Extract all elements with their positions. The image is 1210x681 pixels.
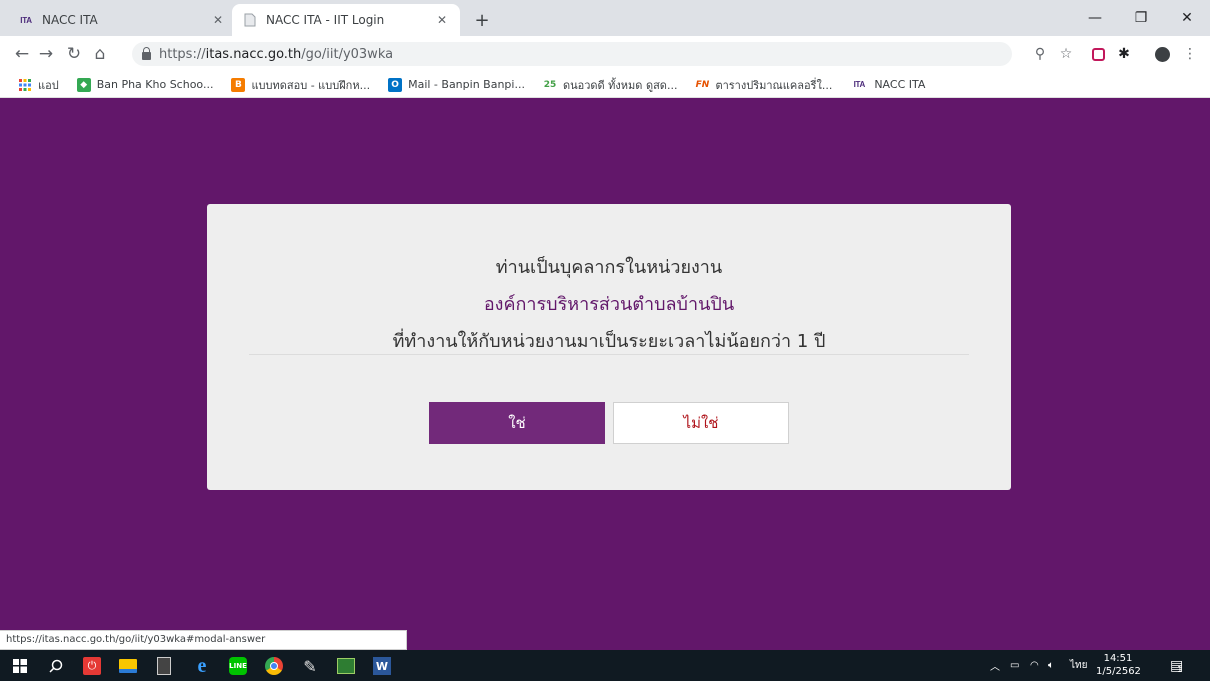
notification-icon[interactable]: ▤ 1 bbox=[1170, 650, 1188, 681]
puzzle-extension-icon[interactable]: ✱ bbox=[1112, 42, 1136, 66]
extension-icon[interactable] bbox=[1086, 42, 1110, 66]
lock-icon bbox=[142, 47, 151, 60]
question-line-3: ที่ทำงานให้กับหน่วยงานมาเป็นระยะเวลาไม่น… bbox=[392, 331, 826, 352]
bookmark-label: Ban Pha Kho Schoo... bbox=[96, 78, 214, 91]
no-button[interactable]: ไม่ใช่ bbox=[613, 402, 789, 444]
windows-taskbar: ⏻ e LINE ✎ W ︿ ▭ ◠ 🔈︎ ไทย 14:51 1/5/2562… bbox=[0, 650, 1210, 681]
tab-iit-login[interactable]: NACC ITA - IIT Login ✕ bbox=[232, 4, 460, 36]
page-icon bbox=[242, 12, 258, 28]
blogger-icon: B bbox=[231, 77, 246, 92]
volume-icon[interactable]: 🔈︎ bbox=[1048, 650, 1054, 681]
outlook-icon: O bbox=[388, 77, 403, 92]
page-background: ท่านเป็นบุคลากรในหน่วยงาน องค์การบริหารส… bbox=[0, 98, 1210, 650]
photos-app-icon[interactable] bbox=[334, 654, 358, 678]
close-icon[interactable]: ✕ bbox=[434, 13, 450, 27]
bookmark-label: ดนอวดดี ทั้งหมด ดูสด... bbox=[562, 78, 678, 92]
url-path: /go/iit/y03wka bbox=[301, 46, 394, 62]
show-hidden-icons[interactable]: ︿ bbox=[990, 650, 1000, 681]
url-host: itas.nacc.go.th bbox=[205, 46, 302, 62]
bookmark-ban-pha-kho[interactable]: ◆ Ban Pha Kho Schoo... bbox=[76, 77, 214, 92]
word-icon[interactable]: W bbox=[370, 654, 394, 678]
fn-icon: FN bbox=[695, 77, 710, 92]
battery-icon[interactable]: ▭ bbox=[1010, 650, 1019, 681]
edge-browser-icon[interactable]: e bbox=[190, 654, 214, 678]
url-scheme: https:// bbox=[159, 46, 206, 62]
profile-icon[interactable] bbox=[1150, 42, 1174, 66]
search-icon[interactable] bbox=[44, 654, 68, 678]
line-app-icon[interactable]: LINE bbox=[226, 654, 250, 678]
browser-toolbar: ← → ↻ ⌂ https:// itas.nacc.go.th /go/iit… bbox=[0, 36, 1210, 72]
bookmark-test[interactable]: B แบบทดสอบ - แบบฝึกห... bbox=[231, 76, 370, 94]
clock-date: 1/5/2562 bbox=[1096, 666, 1141, 677]
maps-icon: ◆ bbox=[76, 77, 91, 92]
bookmark-star-icon[interactable]: ☆ bbox=[1054, 42, 1078, 66]
tab-nacc-ita[interactable]: ITA NACC ITA ✕ bbox=[8, 4, 236, 36]
bookmark-label: แบบทดสอบ - แบบฝึกห... bbox=[251, 78, 371, 92]
taskbar-clock[interactable]: 14:51 1/5/2562 bbox=[1096, 652, 1141, 678]
restore-button[interactable]: ❐ bbox=[1118, 0, 1164, 36]
clock-time: 14:51 bbox=[1103, 653, 1133, 664]
file-explorer-icon[interactable] bbox=[116, 654, 140, 678]
bookmark-label: แอป bbox=[38, 78, 59, 92]
th25-icon: 25 bbox=[542, 77, 557, 92]
divider bbox=[249, 354, 969, 355]
input-language[interactable]: ไทย bbox=[1070, 650, 1087, 681]
new-tab-button[interactable]: + bbox=[470, 8, 494, 32]
ita-logo-icon: ITA bbox=[20, 15, 32, 25]
paint-icon[interactable]: ✎ bbox=[298, 654, 322, 678]
bookmark-label: Mail - Banpin Banpi... bbox=[408, 78, 525, 91]
status-bar-url: https://itas.nacc.go.th/go/iit/y03wka#mo… bbox=[0, 630, 407, 650]
menu-icon[interactable]: ⋮ bbox=[1178, 42, 1202, 66]
bookmarks-bar: แอป ◆ Ban Pha Kho Schoo... B แบบทดสอบ - … bbox=[0, 72, 1210, 98]
bookmark-mail[interactable]: O Mail - Banpin Banpi... bbox=[388, 77, 525, 92]
tab-title: NACC ITA bbox=[42, 13, 98, 27]
bookmark-label: ตารางปริมาณแคลอรี่ใ... bbox=[715, 78, 833, 92]
calculator-icon[interactable] bbox=[152, 654, 176, 678]
shutdown-app-icon[interactable]: ⏻ bbox=[80, 654, 104, 678]
reload-button[interactable]: ↻ bbox=[62, 42, 86, 66]
start-button[interactable] bbox=[8, 654, 32, 678]
back-button[interactable]: ← bbox=[10, 42, 34, 66]
close-window-button[interactable]: ✕ bbox=[1164, 0, 1210, 36]
apps-grid-icon bbox=[18, 78, 32, 92]
bookmark-apps[interactable]: แอป bbox=[18, 76, 59, 94]
close-icon[interactable]: ✕ bbox=[210, 13, 226, 27]
zoom-icon[interactable]: ⚲ bbox=[1028, 42, 1052, 66]
bookmark-nacc-ita[interactable]: ITA NACC ITA bbox=[850, 78, 926, 92]
yes-button[interactable]: ใช่ bbox=[429, 402, 605, 444]
bookmark-calorie[interactable]: FN ตารางปริมาณแคลอรี่ใ... bbox=[695, 76, 832, 94]
notification-count: 1 bbox=[1177, 665, 1183, 674]
minimize-button[interactable]: — bbox=[1072, 0, 1118, 36]
confirmation-modal: ท่านเป็นบุคลากรในหน่วยงาน องค์การบริหารส… bbox=[207, 204, 1011, 490]
forward-button[interactable]: → bbox=[34, 42, 58, 66]
address-bar[interactable]: https:// itas.nacc.go.th /go/iit/y03wka bbox=[132, 42, 1012, 66]
chrome-icon[interactable] bbox=[262, 654, 286, 678]
home-button[interactable]: ⌂ bbox=[88, 42, 112, 66]
tab-title: NACC ITA - IIT Login bbox=[266, 13, 385, 27]
question-line-1: ท่านเป็นบุคลากรในหน่วยงาน bbox=[495, 257, 723, 278]
organization-name: องค์การบริหารส่วนตำบลบ้านปิน bbox=[483, 294, 735, 315]
bookmark-th25[interactable]: 25 ดนอวดดี ทั้งหมด ดูสด... bbox=[542, 76, 678, 94]
bookmark-label: NACC ITA bbox=[874, 78, 926, 91]
wifi-icon[interactable]: ◠ bbox=[1030, 650, 1039, 681]
tab-strip: ITA NACC ITA ✕ NACC ITA - IIT Login ✕ + … bbox=[0, 0, 1210, 36]
ita-logo-icon: ITA bbox=[853, 80, 866, 89]
